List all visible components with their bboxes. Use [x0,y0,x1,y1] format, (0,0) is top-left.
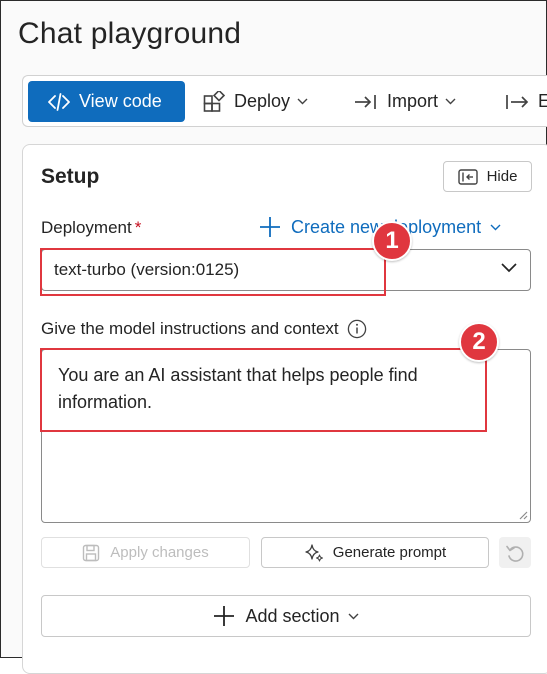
generate-prompt-button[interactable]: Generate prompt [261,537,489,568]
instructions-label-text: Give the model instructions and context [41,319,339,338]
highlight-box-instructions [40,348,487,432]
arrow-into-bar-icon [355,94,376,109]
add-section-button[interactable]: Add section [41,595,531,637]
chevron-down-icon [348,613,359,619]
hide-label: Hide [486,168,518,185]
arrow-right-bar-icon [506,94,529,109]
setup-title: Setup [41,165,100,188]
add-section-label: Add section [245,605,340,626]
page-title: Chat playground [18,17,242,50]
chevron-down-icon [297,98,308,105]
import-label: Import [387,91,439,111]
save-icon [83,544,100,561]
highlight-box-deployment [40,248,386,296]
deployment-label-text: Deployment [41,218,132,237]
screenshot-frame: Chat playground View code Deploy Import … [0,0,547,674]
deployment-field-label: Deployment * [41,218,141,238]
toolbar: View code Deploy Import E [22,75,547,127]
generate-prompt-label: Generate prompt [332,544,447,561]
annotation-badge-2: 2 [459,322,499,362]
export-label: E [538,91,547,111]
info-icon[interactable] [347,319,367,339]
cube-icon [203,90,225,112]
annotation-badge-1: 1 [372,221,412,261]
export-button[interactable]: E [505,81,547,122]
required-asterisk: * [134,218,142,237]
chevron-down-icon [490,224,501,230]
code-icon [48,92,70,111]
view-code-label: View code [79,91,162,111]
sparkle-icon [305,543,323,562]
undo-icon [506,545,524,562]
reset-button[interactable] [499,537,531,568]
apply-changes-label: Apply changes [110,544,209,561]
chevron-down-icon [445,98,456,105]
chevron-down-icon [501,263,517,273]
hide-button[interactable]: Hide [443,161,532,192]
apply-changes-button[interactable]: Apply changes [41,537,250,568]
deploy-label: Deploy [234,91,291,111]
resize-grip-icon[interactable] [518,510,528,520]
panel-collapse-icon [457,168,478,185]
instructions-field-label: Give the model instructions and context [41,319,367,339]
view-code-button[interactable]: View code [28,81,185,122]
deploy-button[interactable]: Deploy [203,81,308,122]
import-button[interactable]: Import [354,81,456,122]
plus-icon [214,606,235,626]
plus-icon [260,217,280,237]
